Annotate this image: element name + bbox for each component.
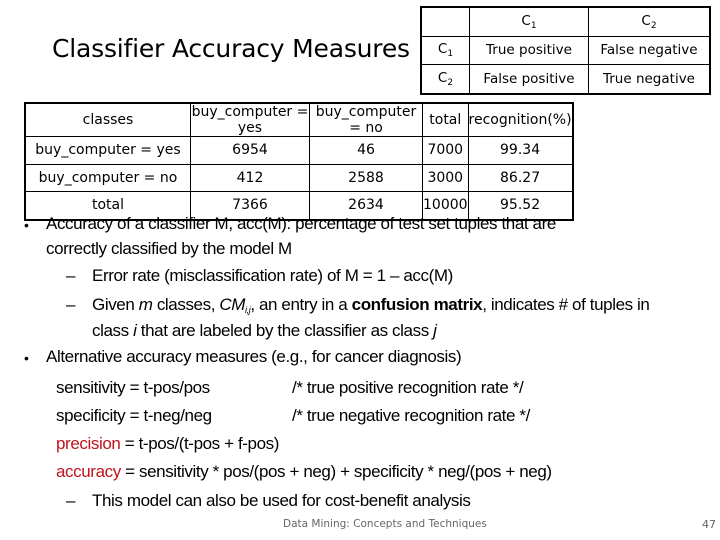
bullet-icon: • [24, 350, 29, 366]
bullet-icon: • [24, 217, 29, 233]
legend-row: C2 False positive True negative [420, 64, 711, 94]
legend-col-header: C1 [469, 6, 589, 37]
legend-row-header: C1 [420, 35, 470, 65]
bullet-text: Accuracy of a classifier M, acc(M): perc… [46, 214, 556, 233]
column-header: classes [24, 102, 191, 137]
slide-footer: Data Mining: Concepts and Techniques [283, 518, 487, 530]
table-cell: 46 [309, 136, 423, 165]
sub-bullet-confusion-matrix-continued: class i that are labeled by the classifi… [92, 321, 437, 340]
bullet-text: Alternative accuracy measures (e.g., for… [46, 347, 462, 366]
accuracy-term: accuracy [56, 462, 121, 481]
dash-icon: – [66, 295, 76, 314]
dash-icon: – [66, 491, 76, 510]
table-row: buy_computer = yes 6954 46 7000 99.34 [24, 136, 574, 165]
specificity-comment: /* true negative recognition rate */ [292, 406, 530, 425]
specificity-formula: specificity = t-neg/neg [56, 406, 212, 425]
dash-icon: – [66, 266, 76, 285]
table-cell: 99.34 [467, 136, 574, 165]
slide-title: Classifier Accuracy Measures [52, 34, 410, 63]
sub-bullet-cost-benefit: This model can also be used for cost-ben… [92, 491, 471, 510]
column-header: recognition(%) [467, 102, 574, 137]
legend-cell: True negative [588, 64, 711, 94]
sensitivity-comment: /* true positive recognition rate */ [292, 378, 524, 397]
column-header: buy_computer = no [309, 102, 423, 137]
confusion-matrix-data-table: classes buy_computer = yes buy_computer … [24, 102, 574, 221]
precision-formula: precision = t-pos/(t-pos + f-pos) [56, 434, 280, 453]
table-header-row: classes buy_computer = yes buy_computer … [24, 102, 574, 137]
column-header: total [422, 102, 469, 137]
table-cell: 2588 [309, 163, 423, 192]
precision-term: precision [56, 434, 121, 453]
legend-cell: False positive [469, 64, 589, 94]
legend-col-header: C2 [588, 6, 711, 37]
table-cell: buy_computer = yes [24, 136, 191, 165]
table-cell: 3000 [422, 163, 469, 192]
table-cell: buy_computer = no [24, 163, 191, 192]
confusion-matrix-legend: C1 C2 C1 True positive False negative C2… [420, 6, 711, 95]
sensitivity-formula: sensitivity = t-pos/pos [56, 378, 210, 397]
legend-cell: True positive [469, 35, 589, 65]
legend-row: C1 True positive False negative [420, 35, 711, 65]
legend-cell: False negative [588, 35, 711, 65]
legend-corner-cell [420, 6, 470, 37]
legend-row-header: C2 [420, 64, 470, 94]
sub-bullet-error-rate: Error rate (misclassification rate) of M… [92, 266, 453, 285]
confusion-matrix-term: confusion matrix [351, 295, 483, 314]
table-cell: 7000 [422, 136, 469, 165]
table-cell: 412 [190, 163, 310, 192]
page-number: 47 [702, 518, 716, 531]
bullet-text-continued: correctly classified by the model M [46, 239, 292, 258]
table-cell: 6954 [190, 136, 310, 165]
accuracy-formula: accuracy = sensitivity * pos/(pos + neg)… [56, 462, 552, 481]
table-row: buy_computer = no 412 2588 3000 86.27 [24, 163, 574, 192]
legend-header-row: C1 C2 [420, 6, 711, 37]
table-cell: 86.27 [467, 163, 574, 192]
sub-bullet-confusion-matrix: Given m classes, CMi,j, an entry in a co… [92, 295, 650, 315]
column-header: buy_computer = yes [190, 102, 310, 137]
